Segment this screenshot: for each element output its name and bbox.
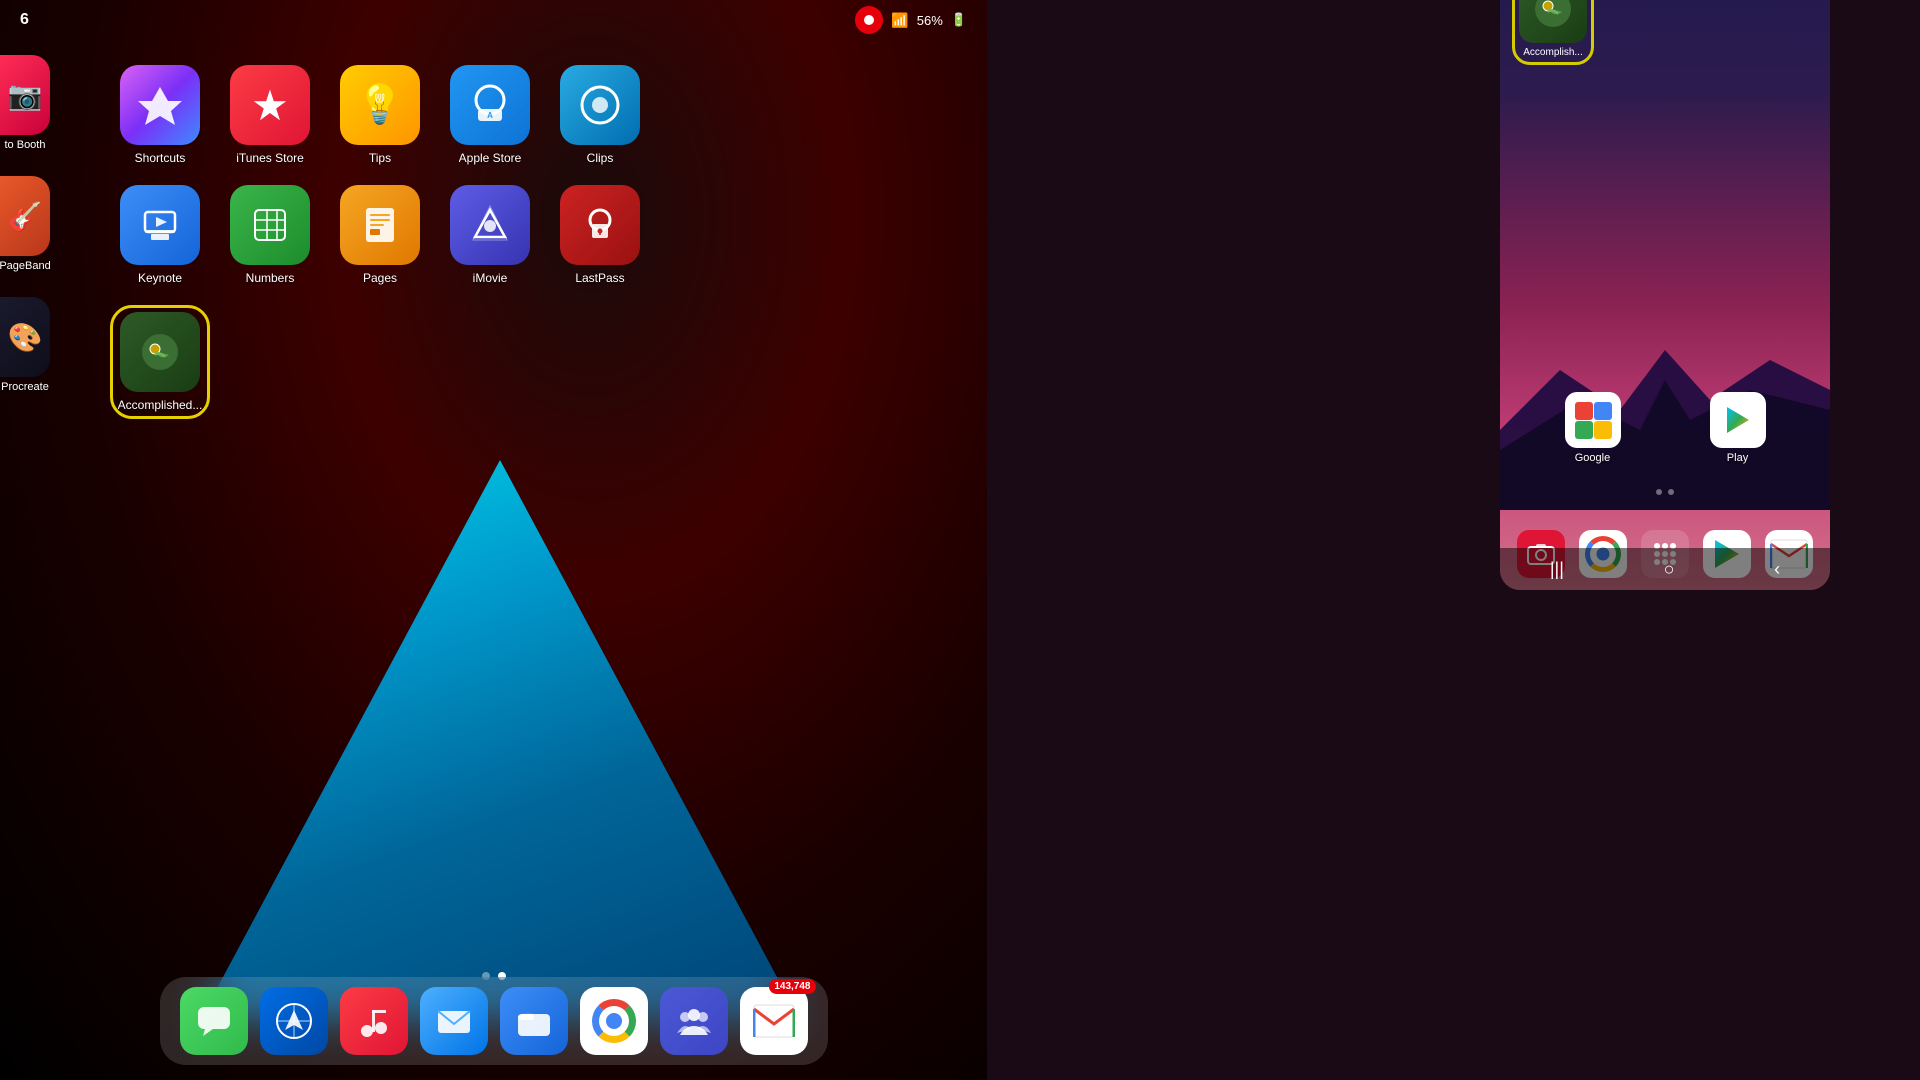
ipad-screen: 6 📶 56% 🔋 📷 to Booth 🎸 PageBand 🎨 [0,0,987,1080]
app-clips[interactable]: Clips [550,65,650,165]
numbers-label: Numbers [246,271,295,285]
pages-label: Pages [363,271,397,285]
app-row-2: Keynote Numbers [110,185,957,285]
ipad-app-grid: Shortcuts ★ iTunes Store 💡 Tips A [0,55,987,449]
app-apple-store[interactable]: A Apple Store [440,65,540,165]
android-app-google[interactable]: Google [1558,392,1628,464]
accomplished-android-label: Accomplish... [1519,47,1587,58]
accomplished-label: Accomplished... [118,398,203,412]
imovie-icon [450,185,530,265]
accomplished-android-icon [1519,0,1587,43]
ipad-dock: 143,748 [160,977,828,1065]
pages-icon [340,185,420,265]
app-numbers[interactable]: Numbers [220,185,320,285]
google-app-label: Google [1575,452,1610,464]
clips-label: Clips [587,151,614,165]
android-dot-2 [1668,489,1674,495]
app-itunes-store[interactable]: ★ iTunes Store [220,65,320,165]
record-dot [864,15,874,25]
itunes-icon: ★ [230,65,310,145]
keynote-icon [120,185,200,265]
app-tips[interactable]: 💡 Tips [330,65,430,165]
android-screen: 6:46 ⬛📶📶 94% G Accompli [1500,0,1830,590]
ipad-time: 6 [20,11,29,29]
shortcuts-icon [120,65,200,145]
tips-label: Tips [369,151,391,165]
record-button[interactable] [855,6,883,34]
dock-messages[interactable] [180,987,248,1055]
google-app-icon [1565,392,1621,448]
lastpass-label: LastPass [575,271,624,285]
battery-icon: 🔋 [951,12,967,28]
play-app-label: Play [1727,452,1748,464]
dock-gmail[interactable]: 143,748 [740,987,808,1055]
apple-store-icon: A [450,65,530,145]
dock-music[interactable] [340,987,408,1055]
android-bottom-apps: Google Play [1500,392,1830,480]
shortcuts-label: Shortcuts [135,151,186,165]
app-imovie[interactable]: iMovie [440,185,540,285]
clips-icon [560,65,640,145]
app-shortcuts[interactable]: Shortcuts [110,65,210,165]
nav-back[interactable]: ‹ [1766,551,1788,588]
android-dot-1 [1656,489,1662,495]
nav-home[interactable]: ○ [1656,551,1683,588]
android-app-play[interactable]: Play [1703,392,1773,464]
apple-store-label: Apple Store [459,151,522,165]
dock-mail[interactable] [420,987,488,1055]
keynote-label: Keynote [138,271,182,285]
app-accomplished[interactable]: Accomplished... [110,305,210,419]
nav-recents[interactable]: ||| [1542,551,1572,588]
gmail-badge: 143,748 [769,979,815,994]
accomplished-icon [120,312,200,392]
dock-files[interactable] [500,987,568,1055]
play-app-icon [1710,392,1766,448]
app-row-3: Accomplished... [110,305,957,419]
app-keynote[interactable]: Keynote [110,185,210,285]
imovie-label: iMovie [473,271,508,285]
android-navbar: ||| ○ ‹ [1500,548,1830,590]
android-app-row-1: Google Play [1520,392,1810,464]
wifi-icon: 📶 [891,12,908,29]
app-lastpass[interactable]: LastPass [550,185,650,285]
tips-icon: 💡 [340,65,420,145]
android-page-dots [1656,489,1674,495]
dock-safari[interactable] [260,987,328,1055]
app-pages[interactable]: Pages [330,185,430,285]
dock-chrome[interactable] [580,987,648,1055]
ipad-statusbar: 6 📶 56% 🔋 [0,0,987,40]
numbers-icon [230,185,310,265]
itunes-label: iTunes Store [236,151,304,165]
dock-teams[interactable] [660,987,728,1055]
svg-text:A: A [487,111,493,120]
app-row-1: Shortcuts ★ iTunes Store 💡 Tips A [110,65,957,165]
accomplished-android-highlighted[interactable]: Accomplish... [1512,0,1594,65]
lastpass-icon [560,185,640,265]
battery-percent: 56% [917,13,943,28]
